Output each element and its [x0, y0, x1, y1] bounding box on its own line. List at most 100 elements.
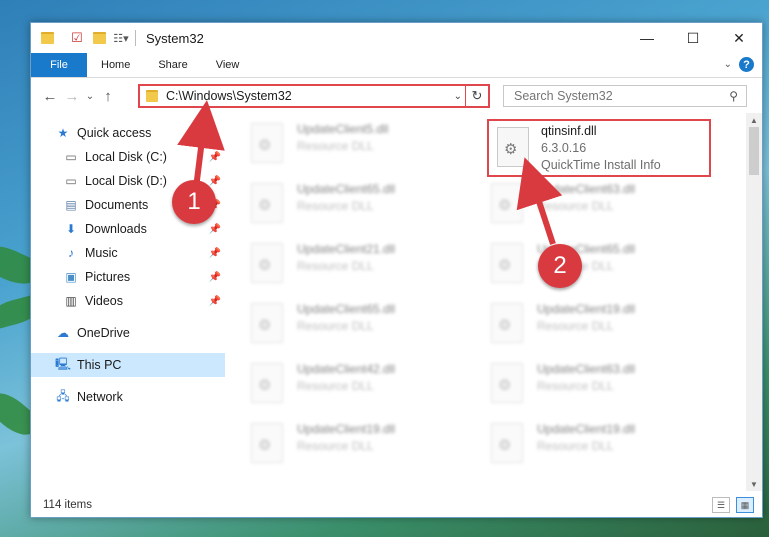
expand-ribbon-icon[interactable]: ⌄: [724, 59, 732, 70]
pin-icon[interactable]: 📌: [209, 152, 221, 163]
sidebar-item-pictures[interactable]: ▣ Pictures 📌: [31, 265, 225, 289]
file-name: UpdateClient42.dll: [297, 362, 396, 376]
pin-icon[interactable]: 📌: [209, 224, 221, 235]
ribbon-tabs: File Home Share View: [31, 53, 762, 78]
title-bar: ☑ ☷▾ System32 — ☐ ✕: [31, 23, 762, 53]
list-item[interactable]: UpdateClient19.dll Resource DLL: [467, 419, 693, 477]
dll-file-icon: [251, 303, 283, 343]
sidebar-item-label: Pictures: [85, 270, 131, 284]
properties-icon[interactable]: ☑: [69, 30, 85, 46]
search-box[interactable]: ⚲: [503, 85, 747, 107]
tab-home[interactable]: Home: [87, 53, 144, 77]
dll-file-icon: [491, 423, 523, 463]
file-name: UpdateClient65.dll: [297, 182, 396, 196]
list-item[interactable]: UpdateClient5.dll Resource DLL: [227, 119, 453, 177]
customize-toolbar-icon[interactable]: ☷▾: [113, 30, 129, 46]
separator: [135, 30, 136, 46]
star-icon: ★: [57, 126, 69, 140]
sidebar-item-videos[interactable]: ▥ Videos 📌: [31, 289, 225, 313]
list-item[interactable]: UpdateClient19.dll Resource DLL: [467, 299, 693, 357]
new-folder-icon[interactable]: [91, 30, 107, 46]
pin-icon[interactable]: 📌: [209, 272, 221, 283]
refresh-button[interactable]: ↻: [465, 86, 488, 106]
file-type: Resource DLL: [297, 319, 374, 333]
sidebar-item-music[interactable]: ♪ Music 📌: [31, 241, 225, 265]
minimize-button[interactable]: —: [624, 23, 670, 53]
sidebar-item-onedrive[interactable]: ☁ OneDrive: [31, 321, 225, 345]
chevron-down-icon[interactable]: ⌄: [454, 91, 462, 102]
sidebar-item-this-pc[interactable]: 🖳 This PC: [31, 353, 225, 377]
file-description: QuickTime Install Info: [541, 158, 661, 172]
sidebar-item-label: Network: [77, 390, 123, 404]
sidebar-item-label: Videos: [85, 294, 123, 308]
network-icon: 🖧: [56, 388, 70, 403]
dll-file-icon: [251, 183, 283, 223]
back-button[interactable]: ←: [39, 88, 61, 105]
list-item[interactable]: UpdateClient65.dll Resource DLL: [227, 179, 453, 237]
highlighted-file-qtinsinf[interactable]: qtinsinf.dll 6.3.0.16 QuickTime Install …: [487, 119, 711, 177]
maximize-button[interactable]: ☐: [670, 23, 716, 53]
scroll-down-icon[interactable]: ▼: [746, 477, 762, 491]
file-type: Resource DLL: [297, 199, 374, 213]
up-button[interactable]: ↑: [97, 88, 119, 105]
dll-file-icon: [251, 423, 283, 463]
file-type: Resource DLL: [297, 439, 374, 453]
close-button[interactable]: ✕: [716, 23, 762, 53]
drive-icon: ▭: [65, 150, 77, 164]
videos-icon: ▥: [65, 294, 77, 308]
file-name: UpdateClient5.dll: [297, 122, 389, 136]
details-view-icon[interactable]: ☰: [712, 497, 730, 513]
list-item[interactable]: UpdateClient63.dll Resource DLL: [467, 179, 693, 237]
forward-button[interactable]: →: [61, 88, 83, 105]
file-type: Resource DLL: [537, 439, 614, 453]
tab-share[interactable]: Share: [144, 53, 201, 77]
address-bar[interactable]: C:\Windows\System32 ⌄ ↻: [138, 84, 490, 108]
item-count: 114 items: [43, 499, 93, 511]
tab-view[interactable]: View: [202, 53, 254, 77]
recent-locations-button[interactable]: ⌄: [83, 91, 97, 102]
tiles-view-icon[interactable]: ▦: [736, 497, 754, 513]
annotation-marker-1: 1: [172, 180, 216, 224]
tab-file[interactable]: File: [31, 53, 87, 77]
window-title: System32: [146, 30, 204, 46]
file-name: UpdateClient19.dll: [537, 302, 636, 316]
file-name: UpdateClient65.dll: [297, 302, 396, 316]
pin-icon[interactable]: 📌: [209, 248, 221, 259]
sidebar-item-label: This PC: [77, 358, 122, 372]
sidebar-item-quick-access[interactable]: ★ Quick access: [31, 121, 225, 145]
file-type: Resource DLL: [297, 259, 374, 273]
sidebar-item-label: Quick access: [77, 126, 152, 140]
computer-icon: 🖳: [55, 356, 72, 371]
sidebar-item-label: OneDrive: [77, 326, 130, 340]
folder-icon: [146, 90, 158, 102]
file-name: UpdateClient63.dll: [537, 362, 636, 376]
search-input[interactable]: [512, 88, 716, 104]
file-list: UpdateClient5.dll Resource DLL UpdateClie…: [227, 113, 742, 491]
list-item[interactable]: UpdateClient21.dll Resource DLL: [227, 239, 453, 297]
list-item[interactable]: UpdateClient19.dll Resource DLL: [227, 419, 453, 477]
list-item[interactable]: UpdateClient65.dll Resource DLL: [227, 299, 453, 357]
documents-icon: ▤: [65, 198, 77, 212]
dll-file-icon: [491, 363, 523, 403]
download-icon: ⬇: [65, 222, 77, 236]
dll-file-icon: [491, 303, 523, 343]
pin-icon[interactable]: 📌: [209, 296, 221, 307]
sidebar-item-label: Downloads: [85, 222, 147, 236]
sidebar-item-local-disk-c[interactable]: ▭ Local Disk (C:) 📌: [31, 145, 225, 169]
sidebar-item-label: Local Disk (C:): [85, 150, 167, 164]
file-name: UpdateClient19.dll: [537, 422, 636, 436]
file-type: Resource DLL: [537, 379, 614, 393]
sidebar-item-label: Local Disk (D:): [85, 174, 167, 188]
list-item[interactable]: UpdateClient63.dll Resource DLL: [467, 359, 693, 417]
scroll-up-icon[interactable]: ▲: [746, 113, 762, 127]
search-icon: ⚲: [729, 89, 738, 103]
list-item[interactable]: UpdateClient42.dll Resource DLL: [227, 359, 453, 417]
pictures-icon: ▣: [65, 270, 77, 284]
status-bar: 114 items ☰ ▦: [31, 493, 762, 517]
help-icon[interactable]: ?: [739, 57, 754, 72]
vertical-scrollbar[interactable]: ▲ ▼: [746, 113, 762, 491]
scrollbar-thumb[interactable]: [749, 127, 759, 175]
dll-file-icon: [251, 123, 283, 163]
sidebar-item-network[interactable]: 🖧 Network: [31, 385, 225, 409]
pin-icon[interactable]: 📌: [209, 176, 221, 187]
